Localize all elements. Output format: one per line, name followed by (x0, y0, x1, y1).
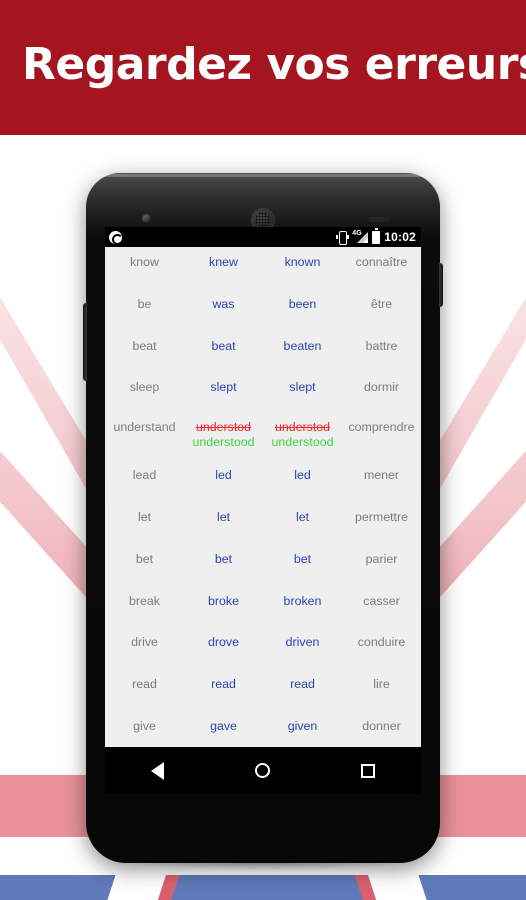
verb-translation-cell: conduire (357, 635, 406, 650)
back-triangle-icon[interactable] (150, 761, 164, 780)
verb-participle-cell: beaten (283, 338, 322, 353)
verb-past-cell: drove (208, 635, 239, 650)
verb-table-row[interactable]: sleep slept slept dormir (105, 372, 421, 414)
verb-participle-correct-answer: understood (271, 435, 334, 450)
battery-full-icon (372, 228, 381, 244)
verb-translation-cell: lire (373, 677, 390, 692)
verb-translation-cell: être (370, 296, 393, 311)
android-status-bar: 4G 10:02 (105, 227, 421, 247)
verb-table-row[interactable]: bet bet bet parier (105, 544, 421, 586)
power-button[interactable] (439, 263, 443, 307)
verb-base-cell: understand (113, 420, 176, 435)
verb-base-cell: sleep (129, 380, 160, 395)
verb-translation-cell: mener (363, 468, 400, 483)
verb-past-cell: understod understood (184, 420, 263, 450)
verb-translation-cell: connaître (355, 255, 408, 269)
promo-banner: Regardez vos erreurs... (0, 0, 526, 135)
app-circle-icon (109, 230, 123, 245)
verb-table-row[interactable]: break broke broken casser (105, 586, 421, 628)
verb-base-cell: lead (132, 468, 157, 483)
status-bar-clock: 10:02 (384, 230, 416, 244)
vibrate-icon (335, 231, 349, 245)
verb-table-row[interactable]: understand understod understood understod un… (105, 414, 421, 460)
network-type-label: 4G (352, 230, 362, 237)
verb-translation-cell: casser (363, 593, 400, 608)
verb-table-row[interactable]: drive drove driven conduire (105, 627, 421, 669)
flag-bottom-white-diagonal-left (50, 875, 167, 900)
verb-participle-cell: been (288, 296, 317, 311)
verb-past-cell: bet (214, 551, 233, 566)
verb-participle-cell: read (290, 677, 315, 692)
verb-participle-cell: let (295, 509, 310, 524)
verb-base-cell: break (129, 593, 160, 608)
verb-past-cell: was (212, 296, 235, 311)
flag-bottom-field (0, 875, 526, 900)
volume-rocker-button[interactable] (83, 303, 87, 381)
verb-participle-cell: bet (293, 551, 312, 566)
app-store-promo-screenshot: 4G 10:02 know knew known connaître be was been… (0, 0, 526, 900)
verb-translation-cell: comprendre (348, 420, 415, 435)
verb-translation-cell: permettre (354, 509, 409, 524)
verb-base-cell: beat (132, 338, 157, 353)
verb-translation-cell: donner (362, 718, 401, 733)
verb-participle-cell: given (287, 718, 318, 733)
verb-table-row[interactable]: beat beat beaten battre (105, 331, 421, 373)
verb-past-cell: read (211, 677, 236, 692)
verb-translation-cell: parier (365, 551, 398, 566)
verb-past-wrong-answer: understod (195, 420, 252, 435)
recents-square-icon[interactable] (361, 763, 376, 778)
verb-past-cell: slept (210, 380, 237, 395)
verb-base-cell: know (130, 255, 159, 269)
front-camera-icon (142, 214, 151, 223)
android-navigation-bar (105, 747, 421, 794)
verb-participle-cell: known (284, 255, 321, 269)
verb-base-cell: give (133, 718, 156, 733)
verb-translation-cell: battre (365, 338, 398, 353)
verb-past-cell: let (216, 509, 231, 524)
verb-table-row[interactable]: read read read lire (105, 669, 421, 711)
verb-base-cell: bet (135, 551, 154, 566)
verb-past-cell: broke (208, 593, 239, 608)
verb-past-cell: knew (209, 255, 238, 269)
home-circle-icon[interactable] (254, 763, 270, 778)
promo-banner-title: Regardez vos erreurs... (22, 39, 526, 90)
verb-participle-wrong-answer: understod (274, 420, 331, 435)
signal-bars-icon: 4G (352, 230, 369, 243)
verb-base-cell: drive (131, 635, 158, 650)
proximity-sensor-icon (368, 217, 390, 222)
verb-translation-cell: dormir (363, 380, 400, 395)
verb-table-row[interactable]: give gave given donner (105, 711, 421, 747)
verb-participle-cell: driven (285, 635, 320, 650)
flag-bottom-white-diagonal-right (367, 875, 484, 900)
verb-base-cell: read (132, 677, 157, 692)
phone-screen: 4G 10:02 know knew known connaître be was been… (105, 227, 421, 747)
verb-participle-cell: broken (283, 593, 322, 608)
verb-participle-cell: led (294, 468, 311, 483)
verb-participle-cell: slept (289, 380, 316, 395)
verb-base-cell: be (137, 296, 152, 311)
verb-past-correct-answer: understood (192, 435, 255, 450)
verb-table-row[interactable]: let let let permettre (105, 502, 421, 544)
verb-past-cell: led (215, 468, 232, 483)
verb-base-cell: let (137, 509, 152, 524)
verb-table-row[interactable]: know knew known connaître (105, 247, 421, 289)
irregular-verbs-table[interactable]: know knew known connaître be was been être beat b… (105, 247, 421, 747)
verb-table-row[interactable]: be was been être (105, 289, 421, 331)
verb-table-row[interactable]: lead led led mener (105, 460, 421, 502)
verb-past-cell: gave (210, 718, 237, 733)
verb-past-cell: beat (211, 338, 236, 353)
verb-participle-cell: understod understood (263, 420, 342, 450)
phone-device: 4G 10:02 know knew known connaître be was been… (83, 173, 443, 863)
